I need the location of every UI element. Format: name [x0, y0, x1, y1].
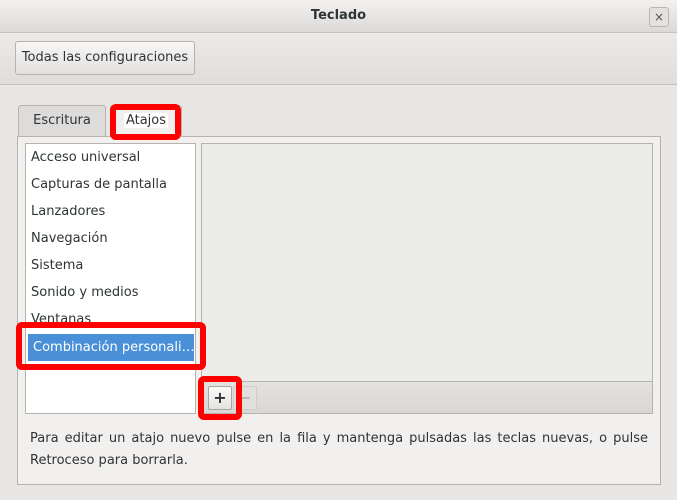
- tab-label: Escritura: [33, 113, 91, 128]
- list-item-selected[interactable]: Combinación personali…: [28, 334, 194, 361]
- list-item[interactable]: Sonido y medios: [26, 279, 195, 306]
- list-toolbar: [201, 382, 653, 414]
- list-item[interactable]: Acceso universal: [26, 144, 195, 171]
- tab-escritura[interactable]: Escritura: [18, 105, 106, 136]
- tab-label: Atajos: [123, 113, 169, 128]
- list-item[interactable]: Sistema: [26, 252, 195, 279]
- list-item[interactable]: Capturas de pantalla: [26, 171, 195, 198]
- tab-atajos[interactable]: Atajos: [110, 105, 182, 137]
- close-icon[interactable]: ×: [649, 7, 669, 27]
- all-settings-button[interactable]: Todas las configuraciones: [15, 41, 195, 75]
- list-item[interactable]: Lanzadores: [26, 198, 195, 225]
- list-item[interactable]: Ventanas: [26, 306, 195, 333]
- toolbar: Todas las configuraciones: [0, 33, 677, 85]
- list-item[interactable]: Navegación: [26, 225, 195, 252]
- remove-shortcut-button[interactable]: −: [233, 386, 257, 410]
- hint-text: Para editar un atajo nuevo pulse en la f…: [30, 431, 648, 468]
- shortcut-list[interactable]: [201, 143, 653, 382]
- category-list[interactable]: Acceso universal Capturas de pantalla La…: [25, 143, 196, 414]
- title-bar: Teclado ×: [0, 0, 677, 33]
- add-shortcut-button[interactable]: +: [208, 386, 232, 410]
- window-title: Teclado: [310, 8, 367, 23]
